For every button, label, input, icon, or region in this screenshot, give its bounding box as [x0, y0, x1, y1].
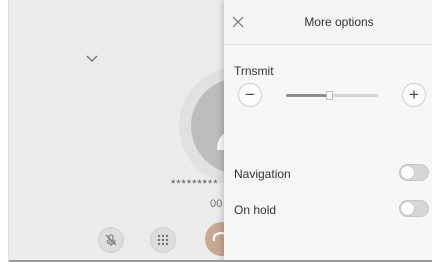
on-hold-toggle[interactable]	[399, 200, 429, 217]
chevron-down-icon[interactable]	[85, 54, 99, 64]
on-hold-label: On hold	[234, 203, 277, 217]
close-icon[interactable]	[232, 16, 244, 28]
transmit-decrease-button[interactable]: −	[238, 83, 262, 107]
navigation-label: Navigation	[234, 167, 291, 181]
toggle-knob	[401, 166, 414, 179]
transmit-slider-fill	[286, 94, 330, 97]
toggle-knob	[401, 202, 414, 215]
dialpad-icon	[157, 234, 169, 246]
panel-title: More options	[304, 15, 374, 29]
panel-header: More options	[224, 0, 432, 45]
transmit-label: Trnsmit	[234, 64, 274, 78]
transmit-increase-button[interactable]: +	[402, 83, 426, 107]
transmit-slider-handle[interactable]	[326, 91, 334, 100]
navigation-toggle[interactable]	[399, 164, 429, 181]
mute-button[interactable]	[98, 227, 124, 253]
mic-off-icon	[105, 234, 117, 246]
keypad-button[interactable]	[150, 227, 176, 253]
call-screen: ********* 00 More options Trnsmit − + Na…	[8, 0, 432, 262]
more-options-panel: More options Trnsmit − + Navigation On h…	[224, 0, 432, 262]
